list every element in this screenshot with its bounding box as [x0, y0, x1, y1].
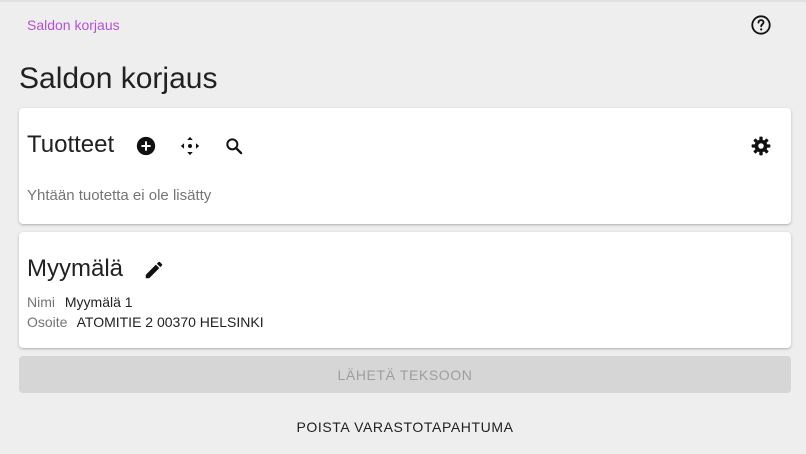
- products-card: Tuotteet Yhtään tuotetta ei ole lisätty: [19, 108, 791, 224]
- search-button[interactable]: [222, 134, 246, 158]
- store-title: Myymälä: [27, 255, 124, 282]
- send-to-teksoo-button[interactable]: LÄHETÄ TEKSOON: [19, 356, 791, 393]
- top-divider: [0, 0, 806, 2]
- settings-button[interactable]: [749, 134, 773, 158]
- store-address-label: Osoite: [27, 314, 68, 330]
- products-title: Tuotteet: [27, 131, 115, 158]
- add-circle-icon: [136, 136, 156, 156]
- store-card: Myymälä Nimi Myymälä 1 Osoite ATOMITIE 2…: [19, 232, 791, 348]
- page-title: Saldon korjaus: [19, 62, 218, 95]
- help-button[interactable]: [749, 13, 773, 37]
- help-circle-icon: [751, 15, 771, 35]
- add-product-button[interactable]: [134, 134, 158, 158]
- store-address-row: Osoite ATOMITIE 2 00370 HELSINKI: [27, 314, 264, 330]
- search-icon: [226, 138, 243, 155]
- breadcrumb-link[interactable]: Saldon korjaus: [27, 17, 120, 33]
- move-arrows-icon: [180, 136, 200, 156]
- store-address-value: ATOMITIE 2 00370 HELSINKI: [76, 314, 264, 330]
- empty-products-message: Yhtään tuotetta ei ole lisätty: [27, 187, 212, 204]
- store-name-value: Myymälä 1: [64, 294, 133, 310]
- pencil-icon: [145, 261, 163, 279]
- store-name-row: Nimi Myymälä 1: [27, 294, 133, 310]
- store-name-label: Nimi: [27, 294, 55, 310]
- delete-stock-event-button[interactable]: POISTA VARASTOTAPAHTUMA: [19, 409, 791, 445]
- settings-gear-icon: [751, 136, 771, 156]
- edit-store-button[interactable]: [142, 258, 166, 282]
- move-button[interactable]: [178, 134, 202, 158]
